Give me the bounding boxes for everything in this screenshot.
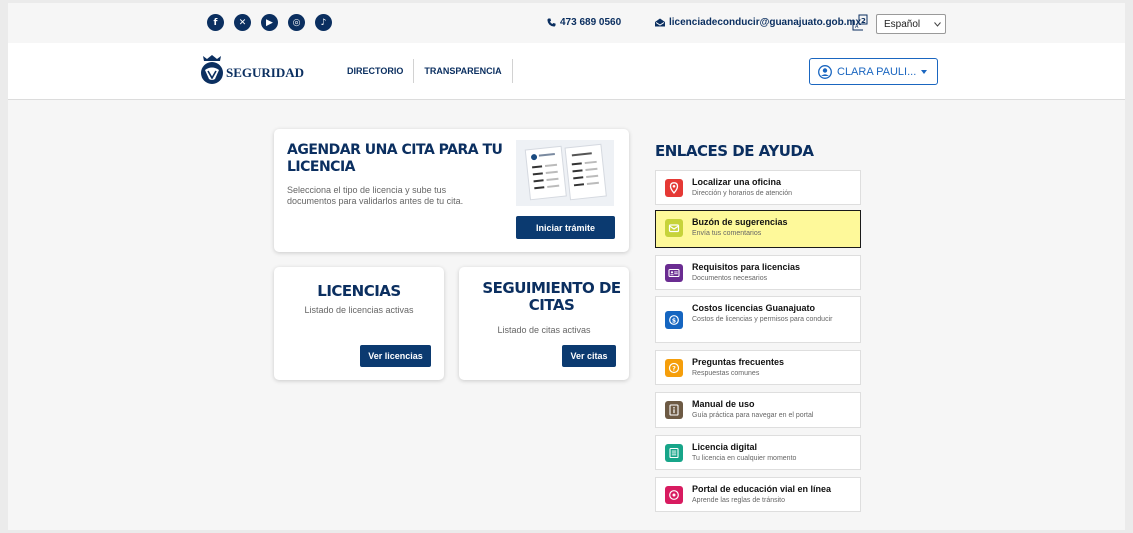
seguridad-logo[interactable]: SEGURIDAD — [199, 54, 304, 86]
licencias-card: LICENCIAS Listado de licencias activas V… — [274, 267, 444, 380]
nav-links: DIRECTORIO TRANSPARENCIA — [337, 59, 513, 83]
youtube-icon[interactable]: ▶ — [261, 14, 278, 31]
phone-contact[interactable]: 473 689 0560 — [547, 17, 621, 28]
education-icon — [665, 486, 683, 504]
help-item-preguntas-frecuentes[interactable]: ? Preguntas frecuentes Respuestas comune… — [655, 350, 861, 385]
help-item-licencia-digital[interactable]: Licencia digital Tu licencia en cualquie… — [655, 435, 861, 470]
licencias-title: LICENCIAS — [317, 282, 401, 300]
language-label: Español — [884, 18, 921, 30]
user-name: CLARA PAULI... — [837, 65, 917, 78]
help-item-subtitle: Aprende las reglas de tránsito — [692, 497, 785, 504]
help-item-manual-uso[interactable]: Manual de uso Guía práctica para navegar… — [655, 392, 861, 428]
nav-directorio[interactable]: DIRECTORIO — [337, 59, 415, 83]
help-item-name: Localizar una oficina — [692, 177, 782, 187]
help-item-subtitle: Respuestas comunes — [692, 370, 760, 377]
agendar-cita-title: AGENDAR UNA CITA PARA TU LICENCIA — [287, 142, 503, 175]
language-select[interactable]: Español — [876, 14, 946, 34]
seguimiento-citas-title: SEGUIMIENTO DE CITAS — [482, 279, 621, 314]
user-menu-button[interactable]: CLARA PAULI... — [809, 58, 938, 85]
help-item-costos-licencias[interactable]: $ Costos licencias Guanajuato Costos de … — [655, 296, 861, 343]
coin-icon: $ — [665, 311, 683, 329]
main-navbar: SEGURIDAD DIRECTORIO TRANSPARENCIA CLARA… — [8, 43, 1125, 100]
seguimiento-citas-card: SEGUIMIENTO DE CITAS Listado de citas ac… — [459, 267, 629, 380]
help-item-name: Requisitos para licencias — [692, 262, 801, 272]
help-item-buzon-sugerencias[interactable]: Buzón de sugerencias Envía tus comentari… — [655, 210, 861, 248]
ver-citas-button[interactable]: Ver citas — [562, 345, 616, 367]
nav-transparencia[interactable]: TRANSPARENCIA — [414, 59, 513, 83]
digital-license-icon — [665, 444, 683, 462]
help-item-name: Costos licencias Guanajuato — [692, 303, 816, 313]
email-icon — [655, 18, 665, 27]
phone-icon — [547, 18, 556, 27]
help-item-localizar-oficina[interactable]: Localizar una oficina Dirección y horari… — [655, 170, 861, 205]
main-content: AGENDAR UNA CITA PARA TU LICENCIA Selecc… — [8, 100, 1125, 530]
mailbox-icon — [665, 219, 683, 237]
email-contact[interactable]: licenciadeconducir@guanajuato.gob.mx — [655, 17, 861, 28]
logo-text: SEGURIDAD — [226, 65, 305, 80]
shield-logo-icon — [201, 55, 223, 84]
facebook-icon[interactable]: f — [207, 14, 224, 31]
documents-illustration — [516, 140, 614, 206]
help-item-subtitle: Costos de licencias y permisos para cond… — [692, 316, 833, 323]
instagram-icon[interactable]: ◎ — [288, 14, 305, 31]
chevron-down-icon — [934, 21, 942, 27]
svg-text:?: ? — [672, 364, 676, 372]
svg-text:2: 2 — [861, 17, 866, 25]
accessibility-icon[interactable]: 2 A — [850, 13, 870, 33]
agendar-cita-card: AGENDAR UNA CITA PARA TU LICENCIA Selecc… — [274, 129, 629, 252]
licencias-description: Listado de licencias activas — [304, 305, 414, 315]
help-item-name: Preguntas frecuentes — [692, 357, 785, 367]
social-links: f ✕ ▶ ◎ ♪ — [207, 14, 332, 31]
question-icon: ? — [665, 359, 683, 377]
help-item-subtitle: Tu licencia en cualquier momento — [692, 455, 797, 462]
help-item-subtitle: Guía práctica para navegar en el portal — [692, 412, 814, 419]
id-card-icon — [665, 264, 683, 282]
phone-number: 473 689 0560 — [560, 17, 622, 28]
email-address: licenciadeconducir@guanajuato.gob.mx — [669, 17, 862, 28]
help-item-name: Buzón de sugerencias — [692, 217, 788, 227]
help-item-portal-educacion-vial[interactable]: Portal de educación vial en línea Aprend… — [655, 477, 861, 512]
help-item-name: Licencia digital — [692, 442, 758, 452]
user-avatar-icon — [818, 64, 832, 79]
seguimiento-citas-description: Listado de citas activas — [497, 325, 591, 335]
top-bar: f ✕ ▶ ◎ ♪ 473 689 0560 licenciadeconduci… — [8, 3, 1125, 43]
agendar-cita-description: Selecciona el tipo de licencia y sube tu… — [287, 185, 464, 206]
help-item-subtitle: Envía tus comentarios — [692, 230, 762, 237]
map-pin-icon — [665, 179, 683, 197]
iniciar-tramite-button[interactable]: Iniciar trámite — [516, 216, 615, 239]
help-item-subtitle: Documentos necesarios — [692, 275, 768, 282]
help-item-requisitos-licencias[interactable]: Requisitos para licencias Documentos nec… — [655, 255, 861, 290]
help-links-title: ENLACES DE AYUDA — [655, 142, 814, 160]
tiktok-icon[interactable]: ♪ — [315, 14, 332, 31]
svg-text:A: A — [855, 24, 859, 30]
ver-licencias-button[interactable]: Ver licencias — [360, 345, 431, 367]
x-icon[interactable]: ✕ — [234, 14, 251, 31]
caret-down-icon — [921, 69, 928, 74]
svg-text:$: $ — [672, 317, 676, 324]
manual-icon — [665, 401, 683, 419]
help-item-name: Manual de uso — [692, 399, 755, 409]
help-item-name: Portal de educación vial en línea — [692, 484, 832, 494]
help-item-subtitle: Dirección y horarios de atención — [692, 190, 792, 197]
